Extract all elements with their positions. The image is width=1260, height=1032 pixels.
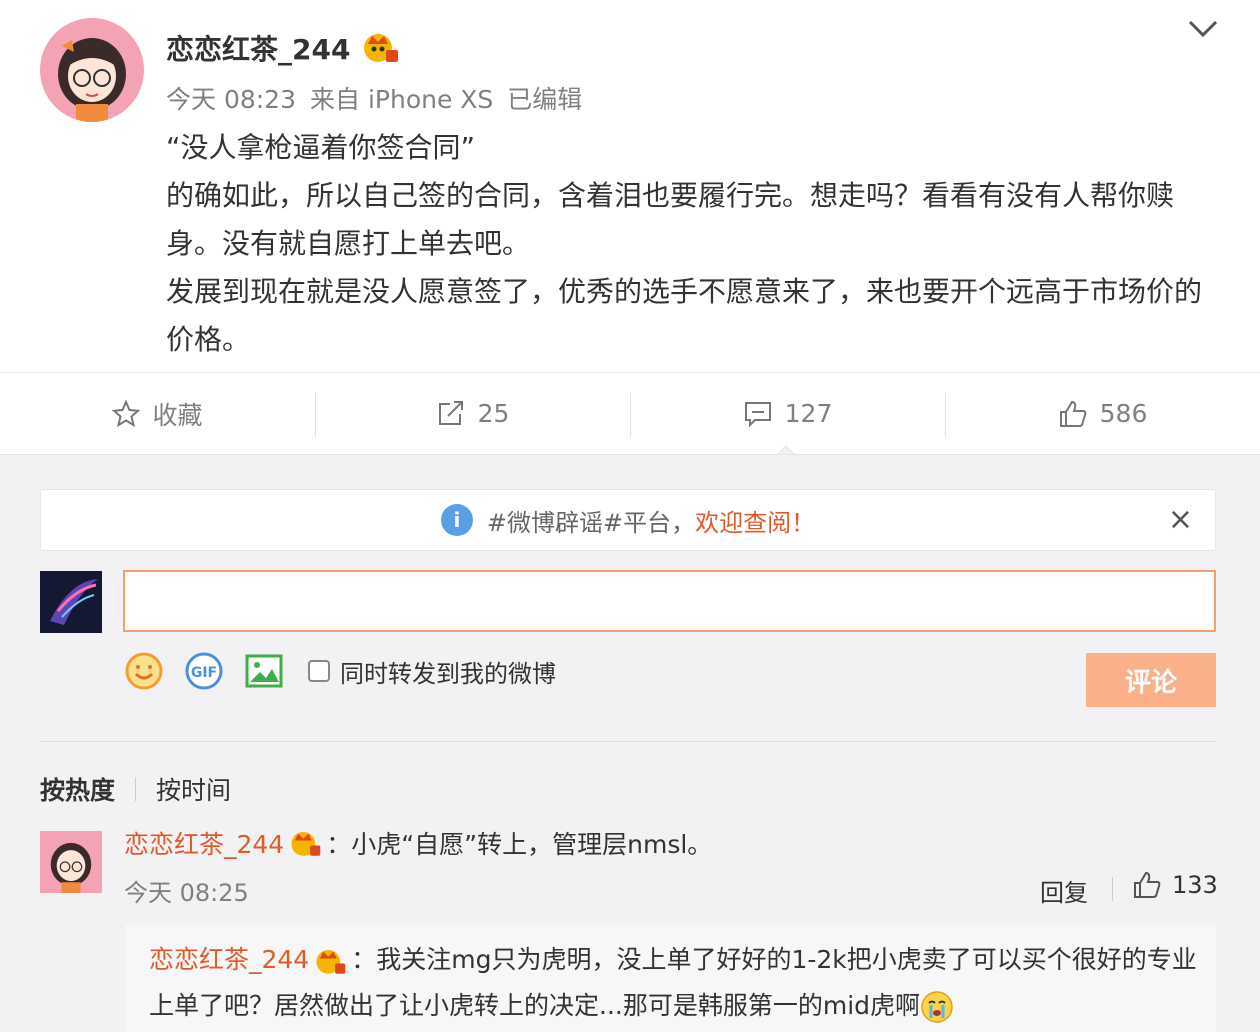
sort-separator [135, 777, 137, 801]
thumbs-up-icon [1059, 400, 1086, 427]
comment-panel: i #微博辟谣#平台， 欢迎查阅！ × GIF 同时转发到我的微博 评论 按热度… [0, 454, 1260, 1032]
comment-count: 127 [784, 399, 833, 428]
post-time[interactable]: 今天 08:23 [166, 85, 296, 114]
action-separator [1112, 877, 1113, 901]
commenter-avatar[interactable] [40, 831, 102, 893]
info-icon: i [440, 504, 473, 536]
sort-by-hot-tab[interactable]: 按热度 [40, 771, 115, 807]
sort-by-time-tab[interactable]: 按时间 [156, 771, 231, 807]
image-icon[interactable] [244, 651, 284, 691]
close-icon[interactable]: × [1168, 502, 1193, 537]
post-line: “没人拿枪逼着你签合同” [166, 131, 476, 164]
post-line: 发展到现在就是没人愿意签了，优秀的选手不愿意来了，来也要开个远高于市场价的价格。 [166, 275, 1203, 356]
emoji-icon[interactable] [124, 651, 164, 691]
vip-crown-icon[interactable] [288, 828, 322, 858]
sub-comment: 恋恋红茶_244 ：我关注mg只为虎明，没上单了好好的1-2k把小虎卖了可以买个… [124, 925, 1216, 1032]
crying-emoji-icon [921, 991, 953, 1023]
notice-link[interactable]: 欢迎查阅！ [695, 503, 815, 538]
post-source: 来自 iPhone XS [310, 85, 494, 114]
star-icon [112, 399, 141, 427]
commenter-name[interactable]: 恋恋红茶_244 [124, 825, 284, 861]
author-avatar[interactable] [40, 18, 144, 122]
comment-time: 今天 08:25 [124, 879, 249, 907]
divider [40, 741, 1216, 742]
favorite-button[interactable]: 收藏 [0, 373, 315, 454]
thumbs-up-icon [1134, 871, 1161, 898]
weibo-post: 恋恋红茶_244 今天 08:23 来自 iPhone XS 已编辑 “没人拿枪逼着… [0, 0, 1260, 454]
author-name[interactable]: 恋恋红茶_244 [166, 28, 350, 68]
reply-button[interactable]: 回复 [1040, 873, 1088, 908]
sub-comment-body: 恋恋红茶_244 ：我关注mg只为虎明，没上单了好好的1-2k把小虎卖了可以买个… [149, 937, 1199, 1029]
favorite-label: 收藏 [152, 400, 203, 430]
vip-crown-icon[interactable] [313, 946, 347, 976]
share-checkbox-label[interactable]: 同时转发到我的微博 [340, 654, 556, 689]
svg-text:GIF: GIF [191, 665, 217, 681]
rumor-notice: i #微博辟谣#平台， 欢迎查阅！ × [40, 489, 1216, 551]
comment-body: 恋恋红茶_244 ：小虎“自愿”转上，管理层nmsl。 [124, 825, 712, 861]
edited-label[interactable]: 已编辑 [507, 85, 582, 114]
chevron-down-icon[interactable] [1186, 16, 1220, 42]
comment-icon [744, 401, 771, 427]
my-avatar[interactable] [40, 571, 102, 633]
composer-tools: GIF 同时转发到我的微博 [124, 651, 556, 691]
post-meta: 今天 08:23 来自 iPhone XS 已编辑 [166, 80, 596, 116]
submit-comment-button[interactable]: 评论 [1086, 653, 1216, 707]
post-line: 的确如此，所以自己签的合同，含着泪也要履行完。想走吗？看看有没有人帮你赎身。没有… [166, 179, 1175, 260]
comment-like-count: 133 [1172, 871, 1218, 899]
comment-like-button[interactable]: 133 [1132, 871, 1218, 899]
comment-input[interactable] [123, 570, 1216, 632]
repost-button[interactable]: 25 [315, 373, 630, 454]
repost-count: 25 [477, 399, 510, 428]
post-actions: 收藏 25 127 586 [0, 372, 1260, 454]
like-button[interactable]: 586 [945, 373, 1260, 454]
sub-commenter-name[interactable]: 恋恋红茶_244 [149, 945, 309, 974]
post-content: “没人拿枪逼着你签合同” 的确如此，所以自己签的合同，含着泪也要履行完。想走吗？… [166, 124, 1206, 364]
vip-crown-icon[interactable] [360, 30, 400, 64]
share-icon [438, 400, 463, 425]
like-count: 586 [1099, 399, 1148, 428]
sort-tabs: 按热度 按时间 [40, 771, 231, 807]
comment-text: ：小虎“自愿”转上，管理层nmsl。 [326, 830, 713, 859]
comment-button[interactable]: 127 [630, 373, 945, 454]
notice-text: #微博辟谣#平台， [486, 508, 696, 537]
gif-icon[interactable]: GIF [184, 651, 224, 691]
share-checkbox[interactable] [308, 660, 330, 682]
